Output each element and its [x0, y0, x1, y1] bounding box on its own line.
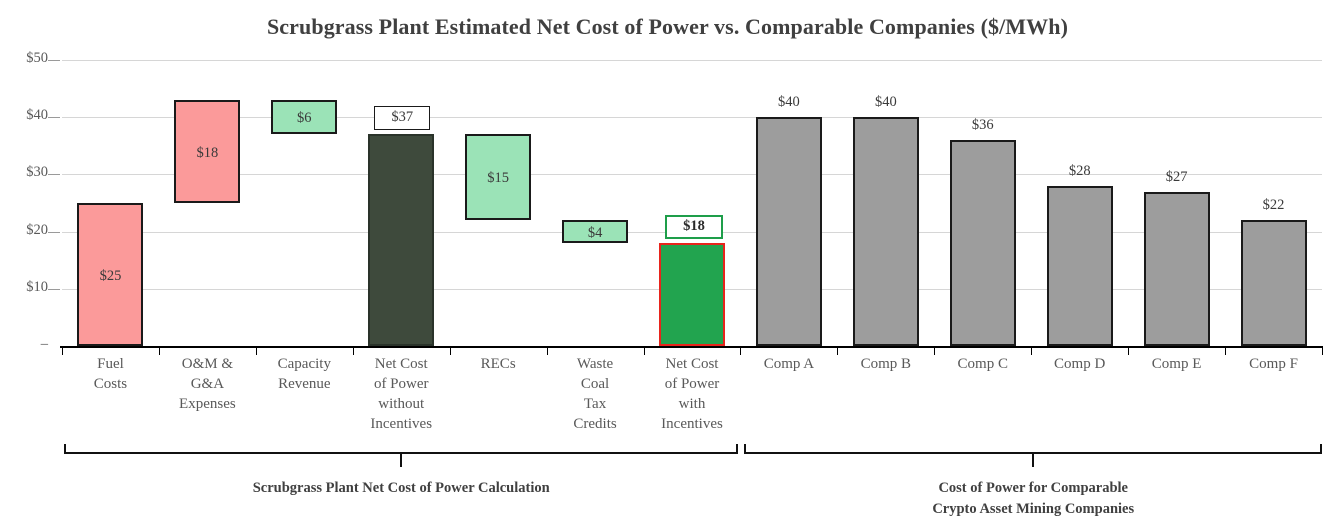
y-axis-tick-label: – [40, 336, 48, 352]
bar-net-cost-of-power-with-incentives[interactable] [659, 243, 725, 346]
plot-area: $25 $18 $6 $37 $15 $4 $18 $40 $40 $36 $28 $27 $22 [60, 60, 1323, 355]
bar-o-m-g-a-expenses[interactable]: $18 [174, 100, 241, 203]
category-label-comp-f: Comp F [1225, 354, 1322, 374]
bracket-right-cap [1319, 444, 1322, 454]
category-label-line: Comp E [1151, 356, 1202, 372]
x-axis-tick [1322, 346, 1323, 355]
y-axis-tick-mark [48, 174, 60, 176]
category-label-line: Comp D [1054, 356, 1106, 372]
category-label-line: Comp C [957, 356, 1008, 372]
bar-value-label: $18 [196, 144, 219, 161]
bar-value-label: $22 [1262, 197, 1285, 214]
category-label-o-m-: O&M & G&A Expenses [159, 354, 256, 414]
category-label-comp-b: Comp B [837, 354, 934, 374]
y-axis-tick-mark [48, 117, 60, 119]
bar-comp-a[interactable] [755, 117, 822, 346]
category-label-line: Net Cost [374, 356, 428, 372]
gridline [62, 60, 1322, 61]
category-label-line: O&M & [181, 356, 234, 372]
left-bracket-caption: Scrubgrass Plant Net Cost of Power Calcu… [64, 478, 738, 499]
y-axis-tick-label: $10 [26, 278, 48, 295]
category-label-line: Comp A [763, 356, 815, 372]
category-label-line: Coal [580, 376, 610, 392]
chart-title: Scrubgrass Plant Estimated Net Cost of P… [266, 14, 1069, 39]
bar-recs[interactable]: $15 [465, 134, 532, 221]
category-label-comp-c: Comp C [934, 354, 1031, 374]
bar-fuel-costs[interactable]: $25 [77, 203, 144, 346]
category-label-waste: Waste Coal Tax Credits [547, 354, 644, 434]
y-axis-tick-mark [48, 288, 60, 290]
right-bracket [744, 444, 1322, 467]
category-label-line: Fuel [97, 356, 124, 372]
bracket-caption-line: Cost of Power for Comparable [938, 480, 1128, 496]
category-label-line: without [378, 396, 425, 412]
category-label-line: with [678, 396, 706, 412]
category-label-line: Waste [576, 356, 614, 372]
category-label-line: Revenue [278, 376, 331, 392]
left-bracket [64, 444, 739, 467]
y-axis-tick-label: $40 [26, 107, 48, 124]
y-axis-tick-mark [48, 231, 60, 233]
right-bracket-caption: Cost of Power for Comparable Crypto Asset… [744, 478, 1322, 520]
category-label-net-cost: Net Cost of Power with Incentives [644, 354, 741, 434]
bracket-stem [400, 453, 403, 467]
bar-value-label: $40 [778, 94, 800, 111]
bar-comp-e[interactable] [1143, 191, 1210, 346]
category-label-line: RECs [480, 356, 516, 372]
bar-value-label: $6 [297, 110, 312, 127]
bracket-right-cap [736, 444, 739, 454]
bar-net-cost-of-power-without-incentives[interactable] [368, 134, 435, 346]
category-label-line: G&A [190, 376, 225, 392]
category-label-capacity: Capacity Revenue [256, 354, 353, 394]
bar-comp-f[interactable] [1240, 220, 1307, 346]
category-label-line: Costs [93, 376, 128, 392]
category-label-comp-a: Comp A [740, 354, 837, 374]
gridline [62, 117, 1322, 119]
category-label-line: Credits [573, 416, 617, 432]
bar-value-label: $40 [874, 94, 897, 111]
bar-value-label: $15 [487, 170, 510, 187]
y-axis-tick-mark [48, 60, 60, 61]
bar-comp-c[interactable] [949, 140, 1016, 346]
category-label-comp-e: Comp E [1128, 354, 1225, 374]
category-label-recs: RECs [450, 354, 547, 374]
bracket-caption-line: Scrubgrass Plant Net Cost of Power Calcu… [252, 480, 550, 496]
bracket-caption-line: Crypto Asset Mining Companies [932, 501, 1135, 517]
category-label-line: Expenses [179, 396, 236, 412]
category-label-line: of Power [664, 376, 720, 392]
category-label-line: Tax [583, 396, 607, 412]
bar-waste-coal-tax-credits[interactable]: $4 [562, 220, 629, 244]
category-label-line: of Power [373, 376, 429, 392]
bar-capacity-revenue[interactable]: $6 [271, 100, 338, 135]
bar-value-label: $18 [665, 215, 723, 239]
bar-value-label: $36 [971, 117, 994, 134]
category-label-line: Net Cost [665, 356, 719, 372]
bracket-stem [1032, 453, 1035, 467]
category-label-net-cost: Net Cost of Power without Incentives [353, 354, 450, 434]
y-axis-tick-label: $20 [26, 221, 48, 238]
category-label-line: Comp F [1249, 356, 1298, 372]
bar-value-label: $25 [99, 267, 122, 284]
y-axis-tick-label: $30 [26, 164, 48, 181]
gridline [62, 174, 1322, 176]
bar-value-label: $37 [374, 106, 431, 130]
chart-canvas: Scrubgrass Plant Estimated Net Cost of P… [0, 0, 1335, 530]
bar-value-label: $4 [587, 224, 603, 241]
category-label-line: Incentives [661, 416, 723, 432]
x-axis-baseline [60, 346, 1322, 348]
bracket-left-cap [64, 444, 66, 454]
category-label-line: Comp B [860, 356, 912, 372]
category-label-line: Capacity [277, 356, 331, 372]
category-label-line: Incentives [370, 416, 433, 432]
bar-comp-d[interactable] [1046, 185, 1113, 346]
bar-comp-b[interactable] [852, 117, 919, 346]
y-axis-tick-label: $50 [26, 50, 48, 66]
bar-value-label: $28 [1068, 162, 1091, 179]
category-label-fuel: Fuel Costs [62, 354, 159, 394]
bracket-left-cap [744, 444, 747, 454]
bar-value-label: $27 [1165, 168, 1188, 185]
category-label-comp-d: Comp D [1031, 354, 1128, 374]
